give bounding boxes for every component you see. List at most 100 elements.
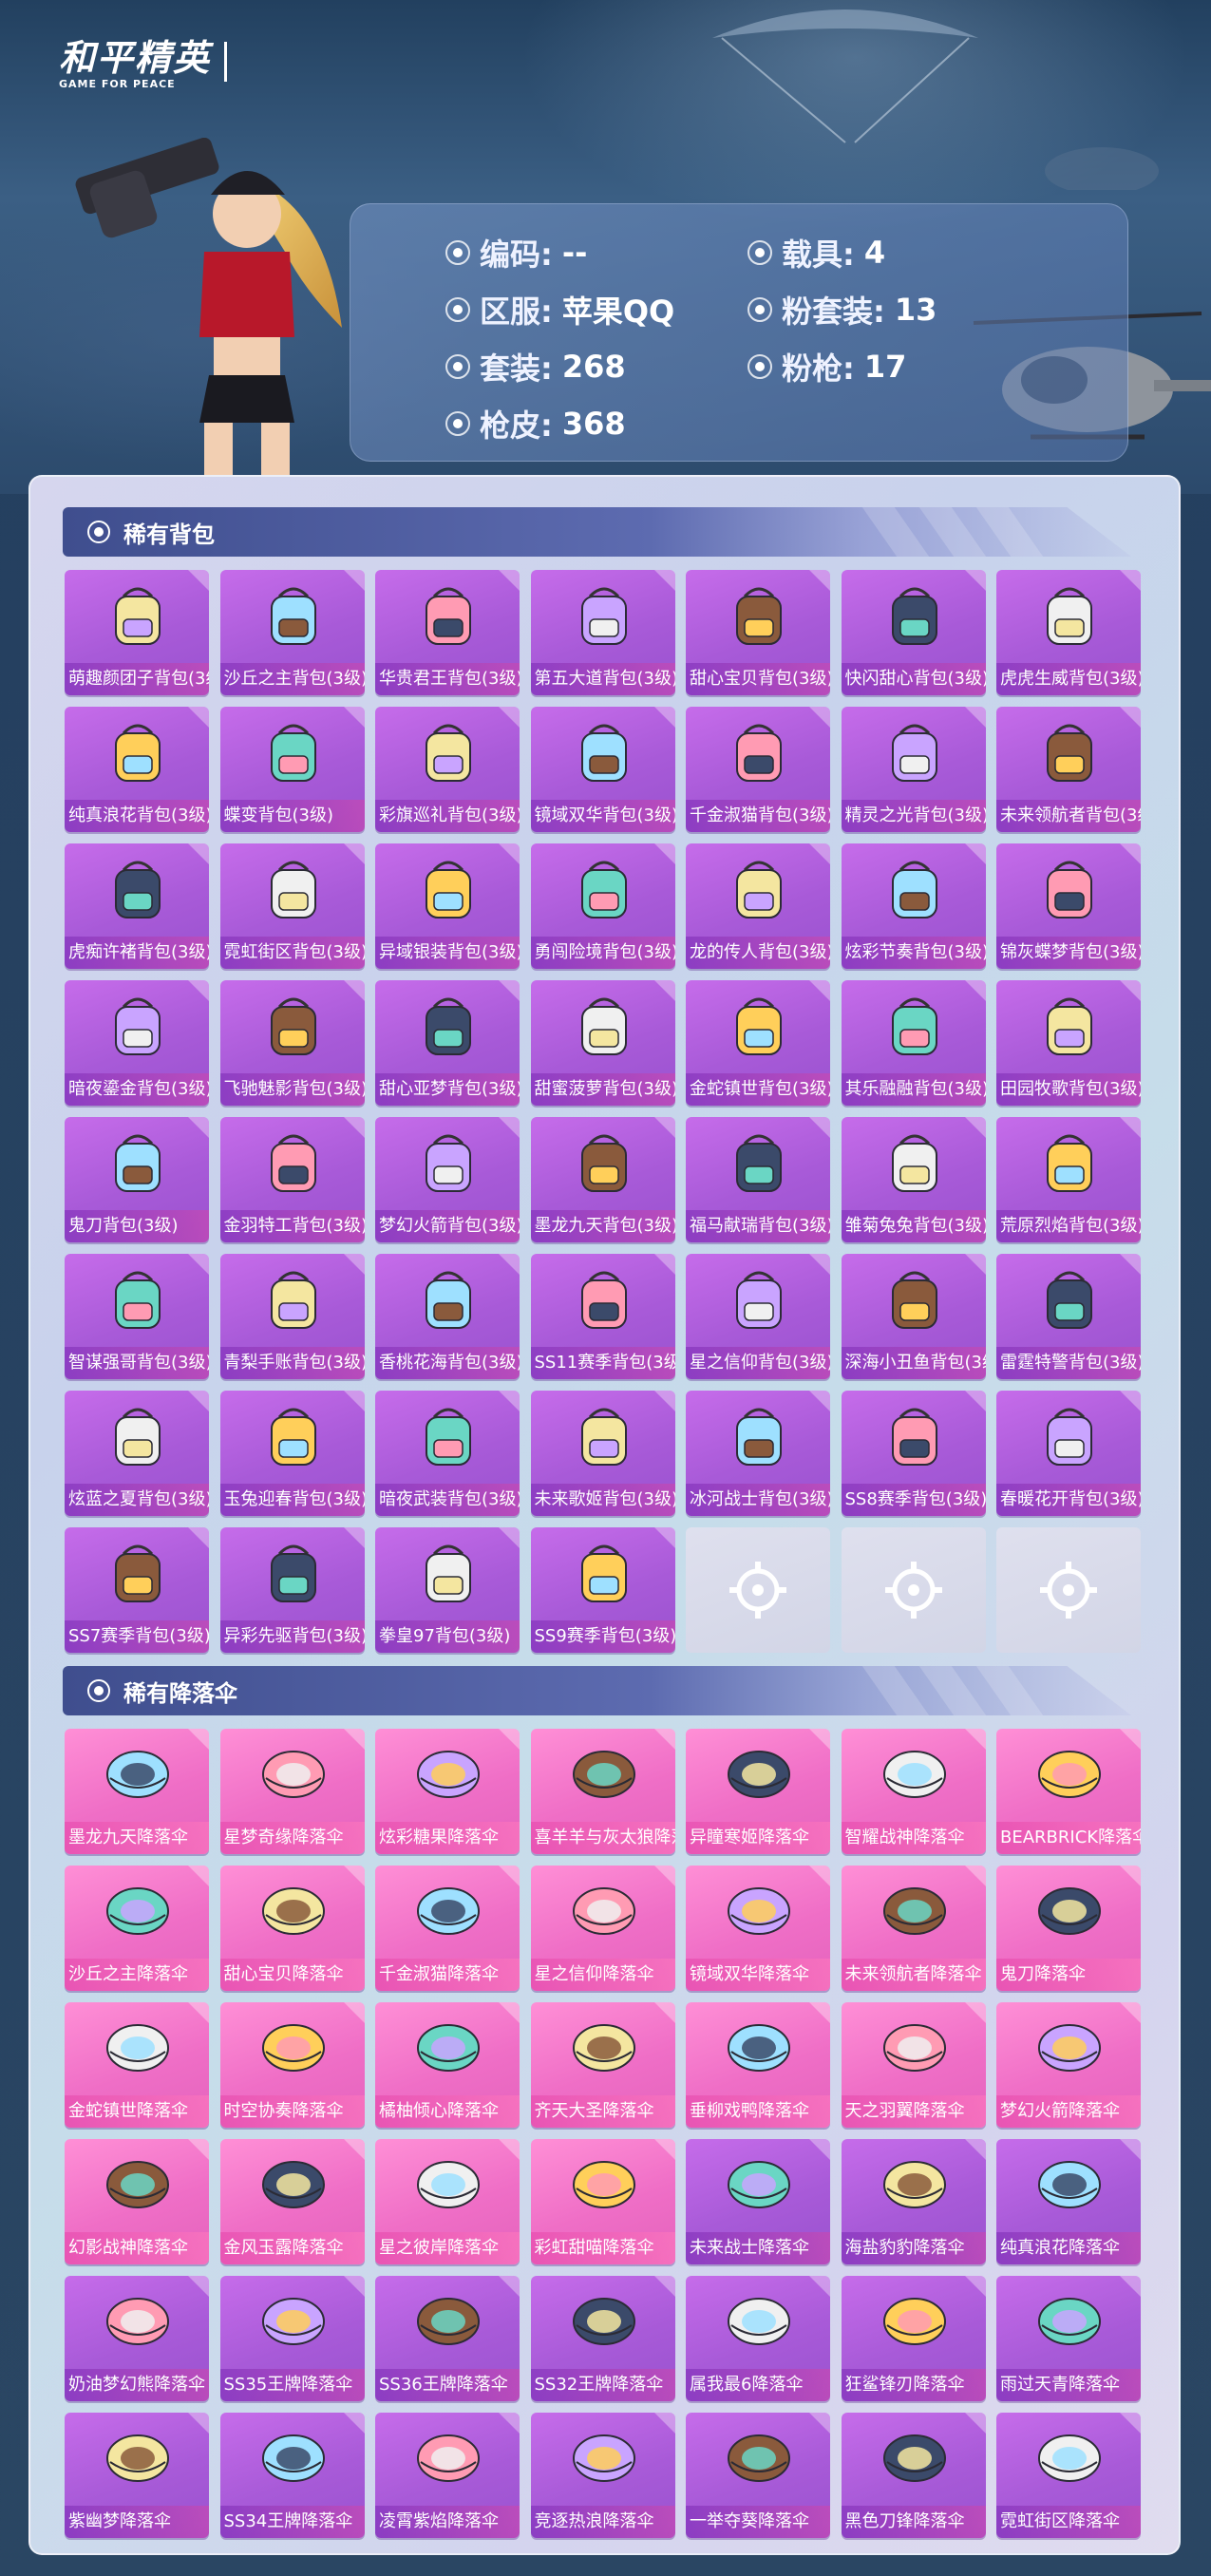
backpack-item-tile[interactable]: 拳皇97背包(3级) <box>375 1527 520 1653</box>
backpack-item-tile[interactable]: 勇闯险境背包(3级) <box>530 843 675 969</box>
parachute-item-tile[interactable]: 橘柚倾心降落伞 <box>375 2002 520 2128</box>
parachute-item-tile[interactable]: 炫彩糖果降落伞 <box>375 1729 520 1854</box>
parachute-item-tile[interactable]: 金风玉露降落伞 <box>219 2139 365 2264</box>
backpack-item-tile[interactable]: 冰河战士背包(3级) <box>686 1391 830 1516</box>
backpack-item-tile[interactable]: 福马献瑞背包(3级) <box>686 1117 830 1242</box>
parachute-item-tile[interactable]: 星之彼岸降落伞 <box>375 2139 520 2264</box>
parachute-item-tile[interactable]: 天之羽翼降落伞 <box>841 2002 986 2128</box>
backpack-item-tile[interactable]: 未来歌姬背包(3级) <box>530 1391 675 1516</box>
backpack-item-label: 异彩先驱背包(3级) <box>219 1620 365 1653</box>
parachute-item-tile[interactable]: 幻影战神降落伞 <box>65 2139 209 2264</box>
backpack-item-tile[interactable]: 千金淑猫背包(3级) <box>686 707 830 832</box>
parachute-item-tile[interactable]: 喜羊羊与灰太狼降落伞 <box>530 1729 675 1854</box>
parachute-item-tile[interactable]: SS35王牌降落伞 <box>219 2276 365 2401</box>
backpack-item-tile[interactable]: 梦幻火箭背包(3级) <box>375 1117 520 1242</box>
backpack-item-tile[interactable]: 甜心亚梦背包(3级) <box>375 980 520 1106</box>
parachute-item-tile[interactable]: 彩虹甜喵降落伞 <box>530 2139 675 2264</box>
backpack-item-tile[interactable]: 异域银装背包(3级) <box>375 843 520 969</box>
parachute-item-tile[interactable]: 智耀战神降落伞 <box>841 1729 986 1854</box>
backpack-item-tile[interactable]: 甜蜜菠萝背包(3级) <box>530 980 675 1106</box>
parachute-item-tile[interactable]: 星梦奇缘降落伞 <box>219 1729 365 1854</box>
parachute-item-tile[interactable]: 鬼刀降落伞 <box>996 1866 1141 1991</box>
backpack-item-tile[interactable]: 虎痴许褚背包(3级) <box>65 843 209 969</box>
backpack-item-tile[interactable]: 春暖花开背包(3级) <box>996 1391 1141 1516</box>
parachute-item-tile[interactable]: 时空协奏降落伞 <box>219 2002 365 2128</box>
parachute-item-tile[interactable]: 星之信仰降落伞 <box>530 1866 675 1991</box>
parachute-item-tile[interactable]: 一举夺葵降落伞 <box>686 2413 830 2538</box>
backpack-item-tile[interactable]: 锦灰蝶梦背包(3级) <box>996 843 1141 969</box>
parachute-item-tile[interactable]: 奶油梦幻熊降落伞 <box>65 2276 209 2401</box>
parachute-item-tile[interactable]: 金蛇镇世降落伞 <box>65 2002 209 2128</box>
backpack-item-tile[interactable]: 田园牧歌背包(3级) <box>996 980 1141 1106</box>
backpack-item-tile[interactable]: 甜心宝贝背包(3级) <box>686 570 830 695</box>
backpack-item-tile[interactable]: 金蛇镇世背包(3级) <box>686 980 830 1106</box>
backpack-item-tile[interactable]: 快闪甜心背包(3级) <box>841 570 986 695</box>
parachute-item-tile[interactable]: 纯真浪花降落伞 <box>996 2139 1141 2264</box>
parachute-item-tile[interactable]: 属我最6降落伞 <box>686 2276 830 2401</box>
backpack-item-tile[interactable]: 异彩先驱背包(3级) <box>219 1527 365 1653</box>
backpack-item-tile[interactable]: 香桃花海背包(3级) <box>375 1254 520 1379</box>
parachute-item-tile[interactable]: 未来领航者降落伞 <box>841 1866 986 1991</box>
backpack-item-tile[interactable]: 暗夜武装背包(3级) <box>375 1391 520 1516</box>
parachute-item-tile[interactable]: 甜心宝贝降落伞 <box>219 1866 365 1991</box>
parachute-item-tile[interactable]: 霓虹街区降落伞 <box>996 2413 1141 2538</box>
parachute-item-tile[interactable]: 墨龙九天降落伞 <box>65 1729 209 1854</box>
parachute-item-tile[interactable]: SS36王牌降落伞 <box>375 2276 520 2401</box>
backpack-item-tile[interactable]: 霓虹街区背包(3级) <box>219 843 365 969</box>
parachute-item-tile[interactable]: BEARBRICK降落伞 <box>996 1729 1141 1854</box>
backpack-item-tile[interactable]: 雷霆特警背包(3级) <box>996 1254 1141 1379</box>
parachute-item-tile[interactable]: SS32王牌降落伞 <box>530 2276 675 2401</box>
parachute-item-tile[interactable]: 竞逐热浪降落伞 <box>530 2413 675 2538</box>
backpack-item-tile[interactable]: 鬼刀背包(3级) <box>65 1117 209 1242</box>
backpack-item-tile[interactable]: 纯真浪花背包(3级) <box>65 707 209 832</box>
parachute-item-tile[interactable]: 沙丘之主降落伞 <box>65 1866 209 1991</box>
backpack-item-label: 甜心亚梦背包(3级) <box>375 1073 520 1106</box>
backpack-item-tile[interactable]: 彩旗巡礼背包(3级) <box>375 707 520 832</box>
parachute-item-tile[interactable]: 梦幻火箭降落伞 <box>996 2002 1141 2128</box>
parachute-item-tile[interactable]: 海盐豹豹降落伞 <box>841 2139 986 2264</box>
parachute-item-tile[interactable]: 黑色刀锋降落伞 <box>841 2413 986 2538</box>
parachute-item-tile[interactable]: 异瞳寒姬降落伞 <box>686 1729 830 1854</box>
backpack-icon <box>1047 1271 1092 1329</box>
backpack-item-tile[interactable]: 墨龙九天背包(3级) <box>530 1117 675 1242</box>
parachute-item-tile[interactable]: 齐天大圣降落伞 <box>530 2002 675 2128</box>
backpack-item-tile[interactable]: 沙丘之主背包(3级) <box>219 570 365 695</box>
parachute-item-tile[interactable]: 镜域双华降落伞 <box>686 1866 830 1991</box>
backpack-item-tile[interactable]: SS9赛季背包(3级) <box>530 1527 675 1653</box>
backpack-item-tile[interactable]: 未来领航者背包(3级) <box>996 707 1141 832</box>
backpack-item-tile[interactable]: SS7赛季背包(3级) <box>65 1527 209 1653</box>
backpack-item-tile[interactable]: 第五大道背包(3级) <box>530 570 675 695</box>
backpack-item-tile[interactable]: 龙的传人背包(3级) <box>686 843 830 969</box>
parachute-item-tile[interactable]: 凌霄紫焰降落伞 <box>375 2413 520 2538</box>
parachute-item-tile[interactable]: 雨过天青降落伞 <box>996 2276 1141 2401</box>
backpack-item-tile[interactable]: 虎虎生威背包(3级) <box>996 570 1141 695</box>
logo-title: 和平精英 <box>59 37 212 79</box>
backpack-item-tile[interactable]: 镜域双华背包(3级) <box>530 707 675 832</box>
backpack-item-tile[interactable]: 华贵君王背包(3级) <box>375 570 520 695</box>
backpack-item-tile[interactable]: 暗夜鎏金背包(3级) <box>65 980 209 1106</box>
backpack-item-tile[interactable]: 玉兔迎春背包(3级) <box>219 1391 365 1516</box>
parachute-item-tile[interactable]: 未来战士降落伞 <box>686 2139 830 2264</box>
backpack-item-tile[interactable]: 蝶变背包(3级) <box>219 707 365 832</box>
backpack-item-tile[interactable]: 星之信仰背包(3级) <box>686 1254 830 1379</box>
backpack-item-tile[interactable]: 精灵之光背包(3级) <box>841 707 986 832</box>
backpack-item-tile[interactable]: 青梨手账背包(3级) <box>219 1254 365 1379</box>
backpack-item-tile[interactable]: 萌趣颜团子背包(3级) <box>65 570 209 695</box>
parachute-item-tile[interactable]: 垂柳戏鸭降落伞 <box>686 2002 830 2128</box>
parachute-item-tile[interactable]: SS34王牌降落伞 <box>219 2413 365 2538</box>
backpack-item-tile[interactable]: 荒原烈焰背包(3级) <box>996 1117 1141 1242</box>
parachute-item-tile[interactable]: 千金淑猫降落伞 <box>375 1866 520 1991</box>
parachute-item-tile[interactable]: 紫幽梦降落伞 <box>65 2413 209 2538</box>
backpack-item-tile[interactable]: 其乐融融背包(3级) <box>841 980 986 1106</box>
backpack-icon <box>426 1544 471 1602</box>
backpack-item-tile[interactable]: 炫彩节奏背包(3级) <box>841 843 986 969</box>
parachute-item-tile[interactable]: 狂鲨锋刃降落伞 <box>841 2276 986 2401</box>
backpack-item-tile[interactable]: 深海小丑鱼背包(3级) <box>841 1254 986 1379</box>
backpack-item-tile[interactable]: 金羽特工背包(3级) <box>219 1117 365 1242</box>
backpack-item-tile[interactable]: 飞驰魅影背包(3级) <box>219 980 365 1106</box>
backpack-item-tile[interactable]: SS8赛季背包(3级) <box>841 1391 986 1516</box>
backpack-item-tile[interactable]: 炫蓝之夏背包(3级) <box>65 1391 209 1516</box>
backpack-item-tile[interactable]: 雏菊兔兔背包(3级) <box>841 1117 986 1242</box>
backpack-item-tile[interactable]: SS11赛季背包(3级) <box>530 1254 675 1379</box>
backpack-item-tile[interactable]: 智谋强哥背包(3级) <box>65 1254 209 1379</box>
